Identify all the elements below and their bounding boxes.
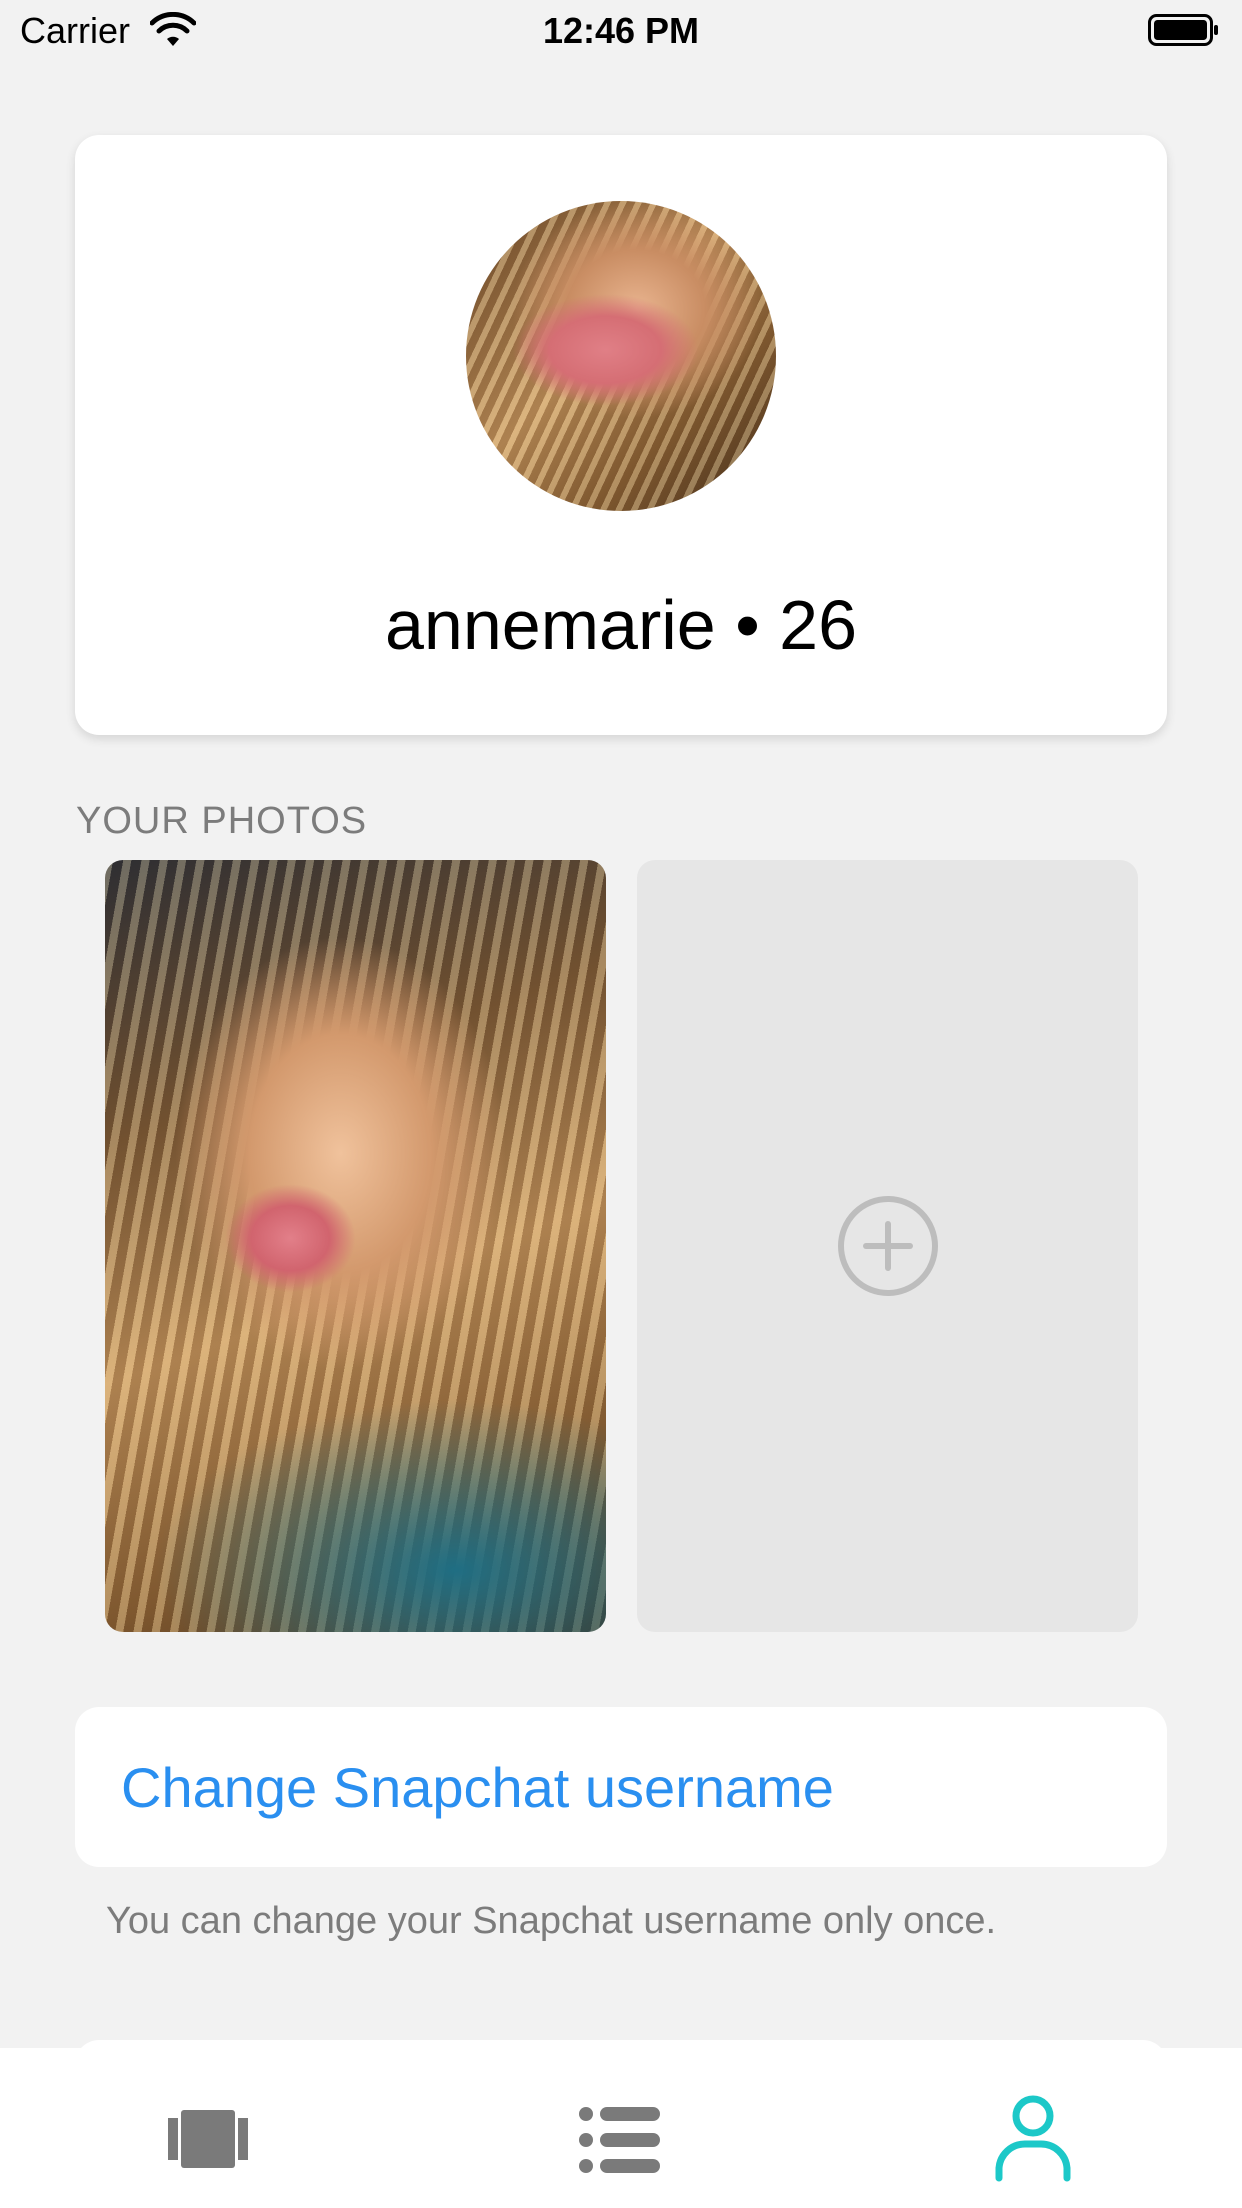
profile-name-age: annemarie • 26 <box>384 586 858 664</box>
profile-screen: Carrier 12:46 PM annemarie • 26 YOUR PHO… <box>0 0 1242 2208</box>
snapchat-username-note: You can change your Snapchat username on… <box>106 1900 997 1942</box>
snapchat-username-card: Change Snapchat username <box>75 1707 1167 1867</box>
cards-icon[interactable] <box>158 2088 258 2188</box>
plus-circle-icon <box>838 1196 938 1296</box>
status-bar: Carrier 12:46 PM <box>0 0 1242 66</box>
status-time: 12:46 PM <box>542 10 700 51</box>
avatar[interactable] <box>466 201 776 511</box>
photo-tile[interactable] <box>105 860 606 1632</box>
tab-bar <box>0 2048 1242 2208</box>
list-icon[interactable] <box>570 2088 670 2188</box>
change-snapchat-username-button[interactable]: Change Snapchat username <box>121 1755 834 1820</box>
your-photos-header: YOUR PHOTOS <box>76 800 368 842</box>
profile-card: annemarie • 26 <box>75 135 1167 735</box>
profile-icon[interactable] <box>983 2088 1083 2188</box>
battery-icon <box>1148 14 1218 46</box>
add-photo-tile[interactable] <box>637 860 1138 1632</box>
